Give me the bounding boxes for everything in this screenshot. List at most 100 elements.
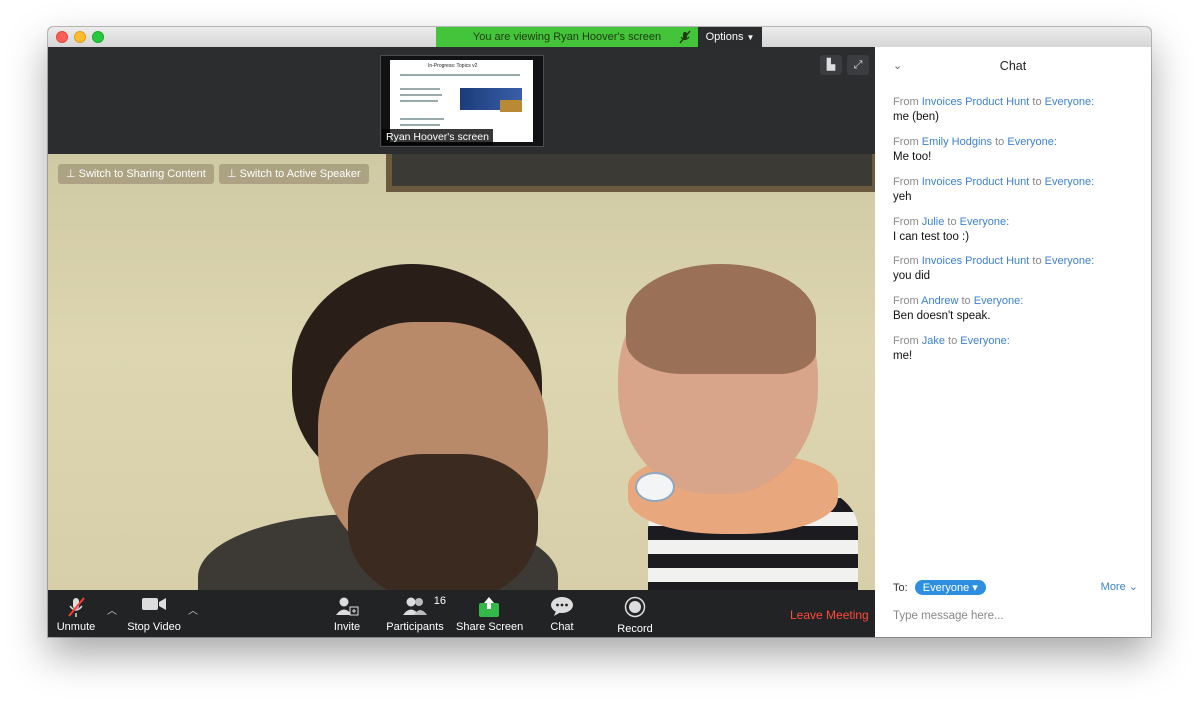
maximize-window-button[interactable]: [92, 31, 104, 43]
switch-sharing-label: Switch to Sharing Content: [78, 168, 206, 180]
message-from: From: [893, 255, 919, 267]
fullscreen-button[interactable]: ⤢: [847, 55, 869, 75]
stop-video-button[interactable]: Stop Video: [126, 590, 182, 637]
chat-message: From Julie to Everyone: I can test too :…: [893, 215, 1009, 244]
message-text: yeh: [893, 191, 912, 203]
add-person-icon: [336, 597, 359, 616]
recipient-select[interactable]: Everyone ▾: [914, 580, 986, 595]
invite-label: Invite: [333, 621, 361, 633]
record-label: Record: [617, 623, 653, 635]
video-options-caret-icon[interactable]: ︿: [188, 602, 198, 617]
chat-message-input[interactable]: Type message here...: [885, 605, 1149, 627]
record-icon: [624, 596, 646, 618]
message-sender[interactable]: Julie: [922, 216, 945, 228]
video-camera-icon: [142, 598, 166, 610]
options-label: Options: [705, 31, 744, 43]
chat-panel: ⌄ Chat From Invoices Product Hunt to Eve…: [875, 47, 1151, 637]
thumbnail-label: Ryan Hoover's screen: [382, 129, 493, 145]
zoom-meeting-window: You are viewing Ryan Hoover's screen Opt…: [48, 27, 1151, 637]
message-recipient[interactable]: Everyone:: [1045, 176, 1095, 188]
participants-icon: [403, 597, 427, 615]
invite-button[interactable]: Invite: [328, 590, 366, 637]
chevron-down-icon: ▼: [746, 33, 755, 42]
message-recipient[interactable]: Everyone:: [960, 216, 1010, 228]
message-recipient[interactable]: Everyone:: [1045, 255, 1095, 267]
unmute-button[interactable]: Unmute: [54, 590, 98, 637]
message-text: Me too!: [893, 151, 932, 163]
message-text: I can test too :): [893, 231, 970, 243]
switch-to-sharing-content-button[interactable]: ⊥ Switch to Sharing Content: [58, 164, 214, 184]
message-to: to: [1032, 255, 1042, 267]
minimize-window-button[interactable]: [74, 31, 86, 43]
to-label: To:: [893, 582, 908, 594]
leave-meeting-button[interactable]: Leave Meeting: [790, 608, 869, 622]
fullscreen-icon: ⤢: [853, 59, 863, 71]
chevron-down-icon: ⌄: [1128, 581, 1138, 593]
recipient-value: Everyone: [922, 582, 970, 594]
message-sender[interactable]: Jake: [922, 335, 945, 347]
meeting-toolbar: Unmute ︿ Stop Video ︿ Invite 16 Particip…: [48, 590, 875, 637]
message-text: Ben doesn't speak.: [893, 310, 991, 322]
chat-button[interactable]: Chat: [544, 590, 580, 637]
unmute-label: Unmute: [56, 621, 96, 633]
message-recipient[interactable]: Everyone:: [974, 295, 1024, 307]
more-label: More: [1100, 581, 1126, 593]
thumbnail-text-line: [400, 124, 440, 126]
video-pacifier: [635, 472, 675, 502]
caret-down-icon: ▾: [972, 582, 978, 594]
thumbnail-image: [500, 100, 522, 112]
thumbnail-text-line: [400, 100, 438, 102]
message-sender[interactable]: Invoices Product Hunt: [922, 96, 1030, 108]
message-to: to: [961, 295, 971, 307]
muted-mic-icon: [679, 30, 691, 44]
chat-message: From Invoices Product Hunt to Everyone: …: [893, 175, 1094, 204]
message-from: From: [893, 295, 919, 307]
chat-label: Chat: [550, 621, 574, 633]
message-from: From: [893, 176, 919, 188]
share-screen-label: Share Screen: [456, 621, 524, 633]
participants-button[interactable]: 16 Participants: [386, 590, 446, 637]
more-button[interactable]: More ⌄: [1101, 580, 1138, 593]
participants-label: Participants: [386, 621, 444, 633]
share-screen-icon: [479, 597, 499, 617]
switch-to-active-speaker-button[interactable]: ⊥ Switch to Active Speaker: [219, 164, 369, 184]
share-screen-button[interactable]: Share Screen: [456, 590, 524, 637]
audio-options-caret-icon[interactable]: ︿: [107, 602, 117, 617]
chat-title: Chat: [999, 59, 1027, 73]
options-button[interactable]: Options ▼: [698, 27, 762, 47]
chat-message: From Invoices Product Hunt to Everyone: …: [893, 95, 1094, 124]
message-to: to: [1032, 176, 1042, 188]
input-placeholder: Type message here...: [893, 610, 1004, 622]
title-bar: You are viewing Ryan Hoover's screen Opt…: [48, 27, 1151, 48]
message-recipient[interactable]: Everyone:: [1007, 136, 1057, 148]
chat-recipient-row: To: Everyone ▾: [893, 580, 986, 595]
chat-message: From Invoices Product Hunt to Everyone: …: [893, 254, 1094, 283]
message-to: to: [947, 216, 957, 228]
message-recipient[interactable]: Everyone:: [1045, 96, 1095, 108]
pin-icon: ⊥: [66, 168, 79, 180]
pin-icon: ⊥: [227, 168, 240, 180]
close-window-button[interactable]: [56, 31, 68, 43]
record-button[interactable]: Record: [616, 590, 654, 637]
muted-mic-icon: [68, 597, 85, 617]
message-sender[interactable]: Emily Hodgins: [922, 136, 992, 148]
wall-picture-frame: [386, 154, 875, 192]
chat-bubble-icon: [551, 597, 573, 616]
thumbnail-heading: In-Progress: Topics v2: [428, 63, 478, 69]
message-sender[interactable]: Andrew: [921, 295, 958, 307]
shared-screen-thumbnail[interactable]: In-Progress: Topics v2 Ryan Hoover's scr…: [380, 55, 544, 147]
video-baby-hair: [626, 264, 816, 374]
thumbnail-text-line: [400, 88, 440, 90]
message-text: you did: [893, 270, 931, 282]
switch-speaker-label: Switch to Active Speaker: [239, 168, 361, 180]
video-area: In-Progress: Topics v2 Ryan Hoover's scr…: [48, 47, 875, 637]
message-text: me (ben): [893, 111, 940, 123]
message-recipient[interactable]: Everyone:: [960, 335, 1010, 347]
message-sender[interactable]: Invoices Product Hunt: [922, 255, 1030, 267]
message-sender[interactable]: Invoices Product Hunt: [922, 176, 1030, 188]
message-from: From: [893, 335, 919, 347]
message-from: From: [893, 136, 919, 148]
layout-toggle-button[interactable]: ▙: [820, 55, 842, 75]
chat-message: From Emily Hodgins to Everyone: Me too!: [893, 135, 1057, 164]
active-speaker-video: ⊥ Switch to Sharing Content ⊥ Switch to …: [48, 154, 875, 590]
